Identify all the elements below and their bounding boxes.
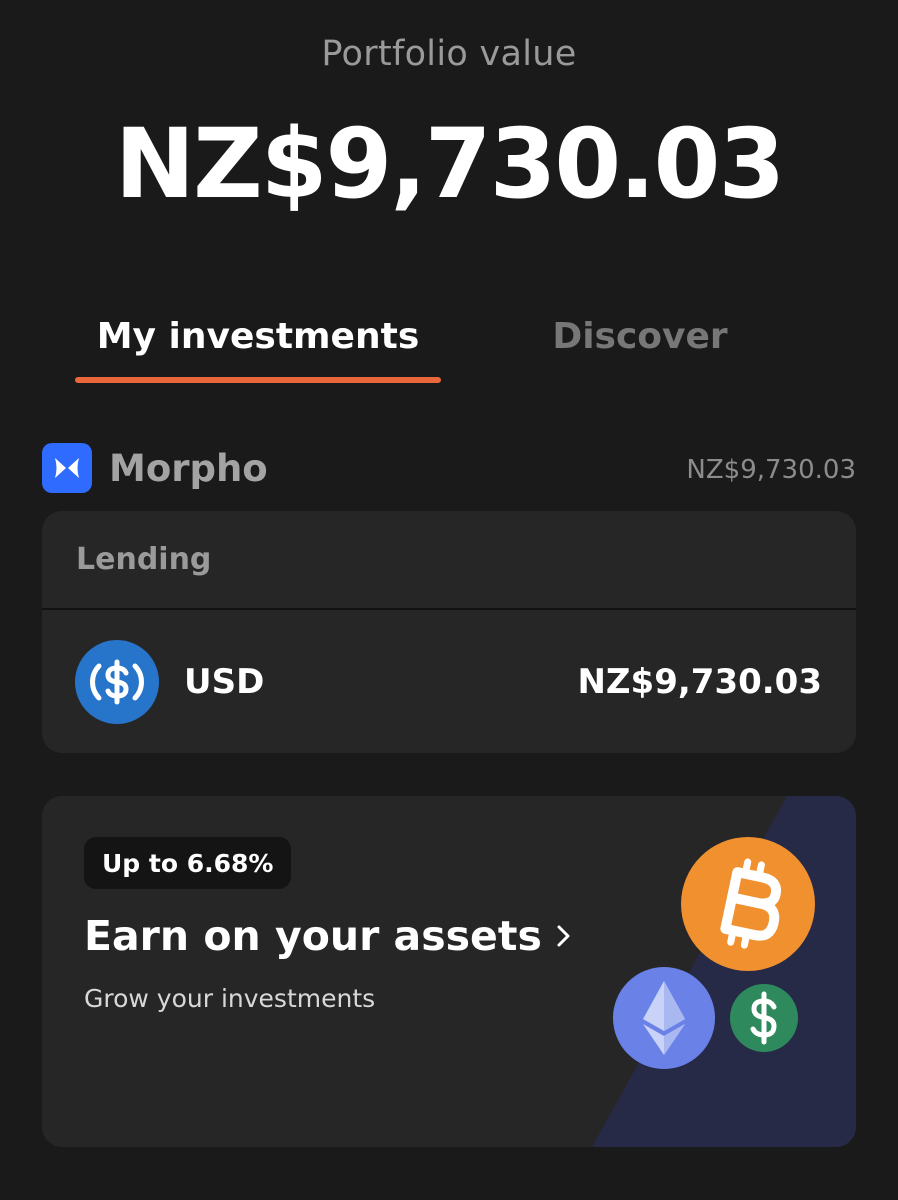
tab-bar: My investments Discover bbox=[0, 316, 898, 386]
usdc-icon bbox=[75, 640, 159, 724]
rate-badge: Up to 6.68% bbox=[84, 837, 292, 889]
provider-name: Morpho bbox=[109, 447, 268, 490]
ethereum-icon bbox=[613, 967, 715, 1069]
promo-subtitle: Grow your investments bbox=[84, 984, 376, 1013]
lending-section-header: Lending bbox=[42, 511, 856, 610]
portfolio-label: Portfolio value bbox=[321, 34, 577, 74]
tab-my-investments[interactable]: My investments bbox=[75, 316, 441, 357]
provider-header-morpho: Morpho NZ$9,730.03 bbox=[42, 443, 856, 495]
morpho-butterfly-icon bbox=[42, 443, 92, 493]
chevron-right-icon bbox=[557, 925, 570, 947]
lending-card: Lending USD NZ$9,730.03 bbox=[42, 511, 856, 753]
dollar-icon bbox=[730, 984, 798, 1052]
lending-section-label: Lending bbox=[76, 542, 212, 577]
provider-total: NZ$9,730.03 bbox=[686, 455, 856, 485]
portfolio-value: NZ$9,730.03 bbox=[114, 108, 785, 220]
earn-promo-card[interactable]: Up to 6.68% Earn on your assets Grow you… bbox=[42, 796, 856, 1147]
bitcoin-icon bbox=[681, 837, 815, 971]
asset-row-usd[interactable]: USD NZ$9,730.03 bbox=[42, 612, 856, 753]
promo-title-row: Earn on your assets bbox=[84, 912, 572, 960]
promo-title: Earn on your assets bbox=[84, 912, 542, 960]
active-tab-indicator bbox=[75, 377, 441, 383]
asset-value: NZ$9,730.03 bbox=[577, 662, 822, 702]
asset-name: USD bbox=[184, 662, 265, 702]
tab-discover[interactable]: Discover bbox=[510, 316, 770, 357]
